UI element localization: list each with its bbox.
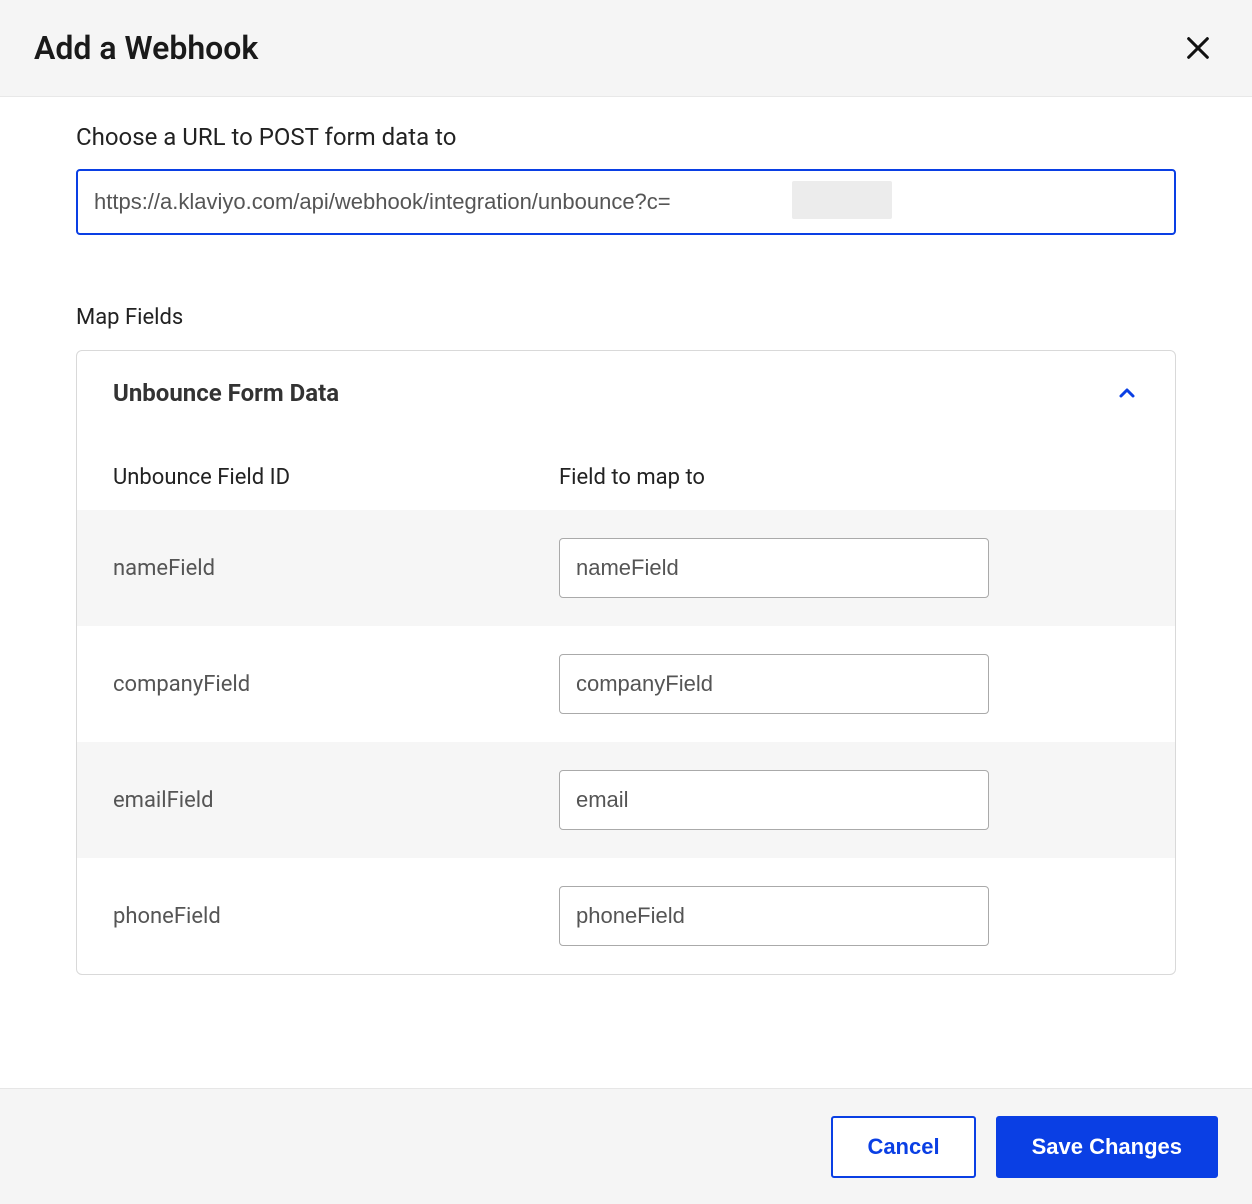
map-input-phone[interactable]: [559, 886, 989, 946]
webhook-url-input[interactable]: [76, 169, 1176, 235]
dialog-body: Choose a URL to POST form data to Map Fi…: [0, 97, 1252, 1079]
save-button[interactable]: Save Changes: [996, 1116, 1218, 1178]
dialog-title: Add a Webhook: [34, 29, 258, 67]
field-id-label: nameField: [97, 556, 543, 581]
table-row: phoneField: [77, 858, 1175, 974]
url-input-wrap: [76, 169, 1176, 235]
map-input-name[interactable]: [559, 538, 989, 598]
field-id-label: phoneField: [97, 904, 543, 929]
table-row: companyField: [77, 626, 1175, 742]
column-header-unbounce-id: Unbounce Field ID: [97, 465, 543, 490]
panel-header[interactable]: Unbounce Form Data: [77, 351, 1175, 425]
map-input-company[interactable]: [559, 654, 989, 714]
close-icon: [1184, 34, 1212, 62]
dialog-footer: Cancel Save Changes: [0, 1088, 1252, 1204]
cancel-button[interactable]: Cancel: [831, 1116, 975, 1178]
map-fields-panel: Unbounce Form Data Unbounce Field ID Fie…: [76, 350, 1176, 975]
url-section-label: Choose a URL to POST form data to: [76, 123, 1176, 151]
field-id-label: companyField: [97, 672, 543, 697]
close-button[interactable]: [1178, 28, 1218, 68]
field-id-label: emailField: [97, 788, 543, 813]
table-row: emailField: [77, 742, 1175, 858]
column-header-field-map: Field to map to: [543, 465, 1155, 490]
map-fields-label: Map Fields: [76, 305, 1176, 330]
map-input-email[interactable]: [559, 770, 989, 830]
dialog-header: Add a Webhook: [0, 0, 1252, 97]
panel-title: Unbounce Form Data: [113, 379, 339, 407]
column-headers: Unbounce Field ID Field to map to: [77, 425, 1175, 510]
redacted-mask: [792, 181, 892, 219]
table-row: nameField: [77, 510, 1175, 626]
chevron-up-icon: [1115, 381, 1139, 405]
